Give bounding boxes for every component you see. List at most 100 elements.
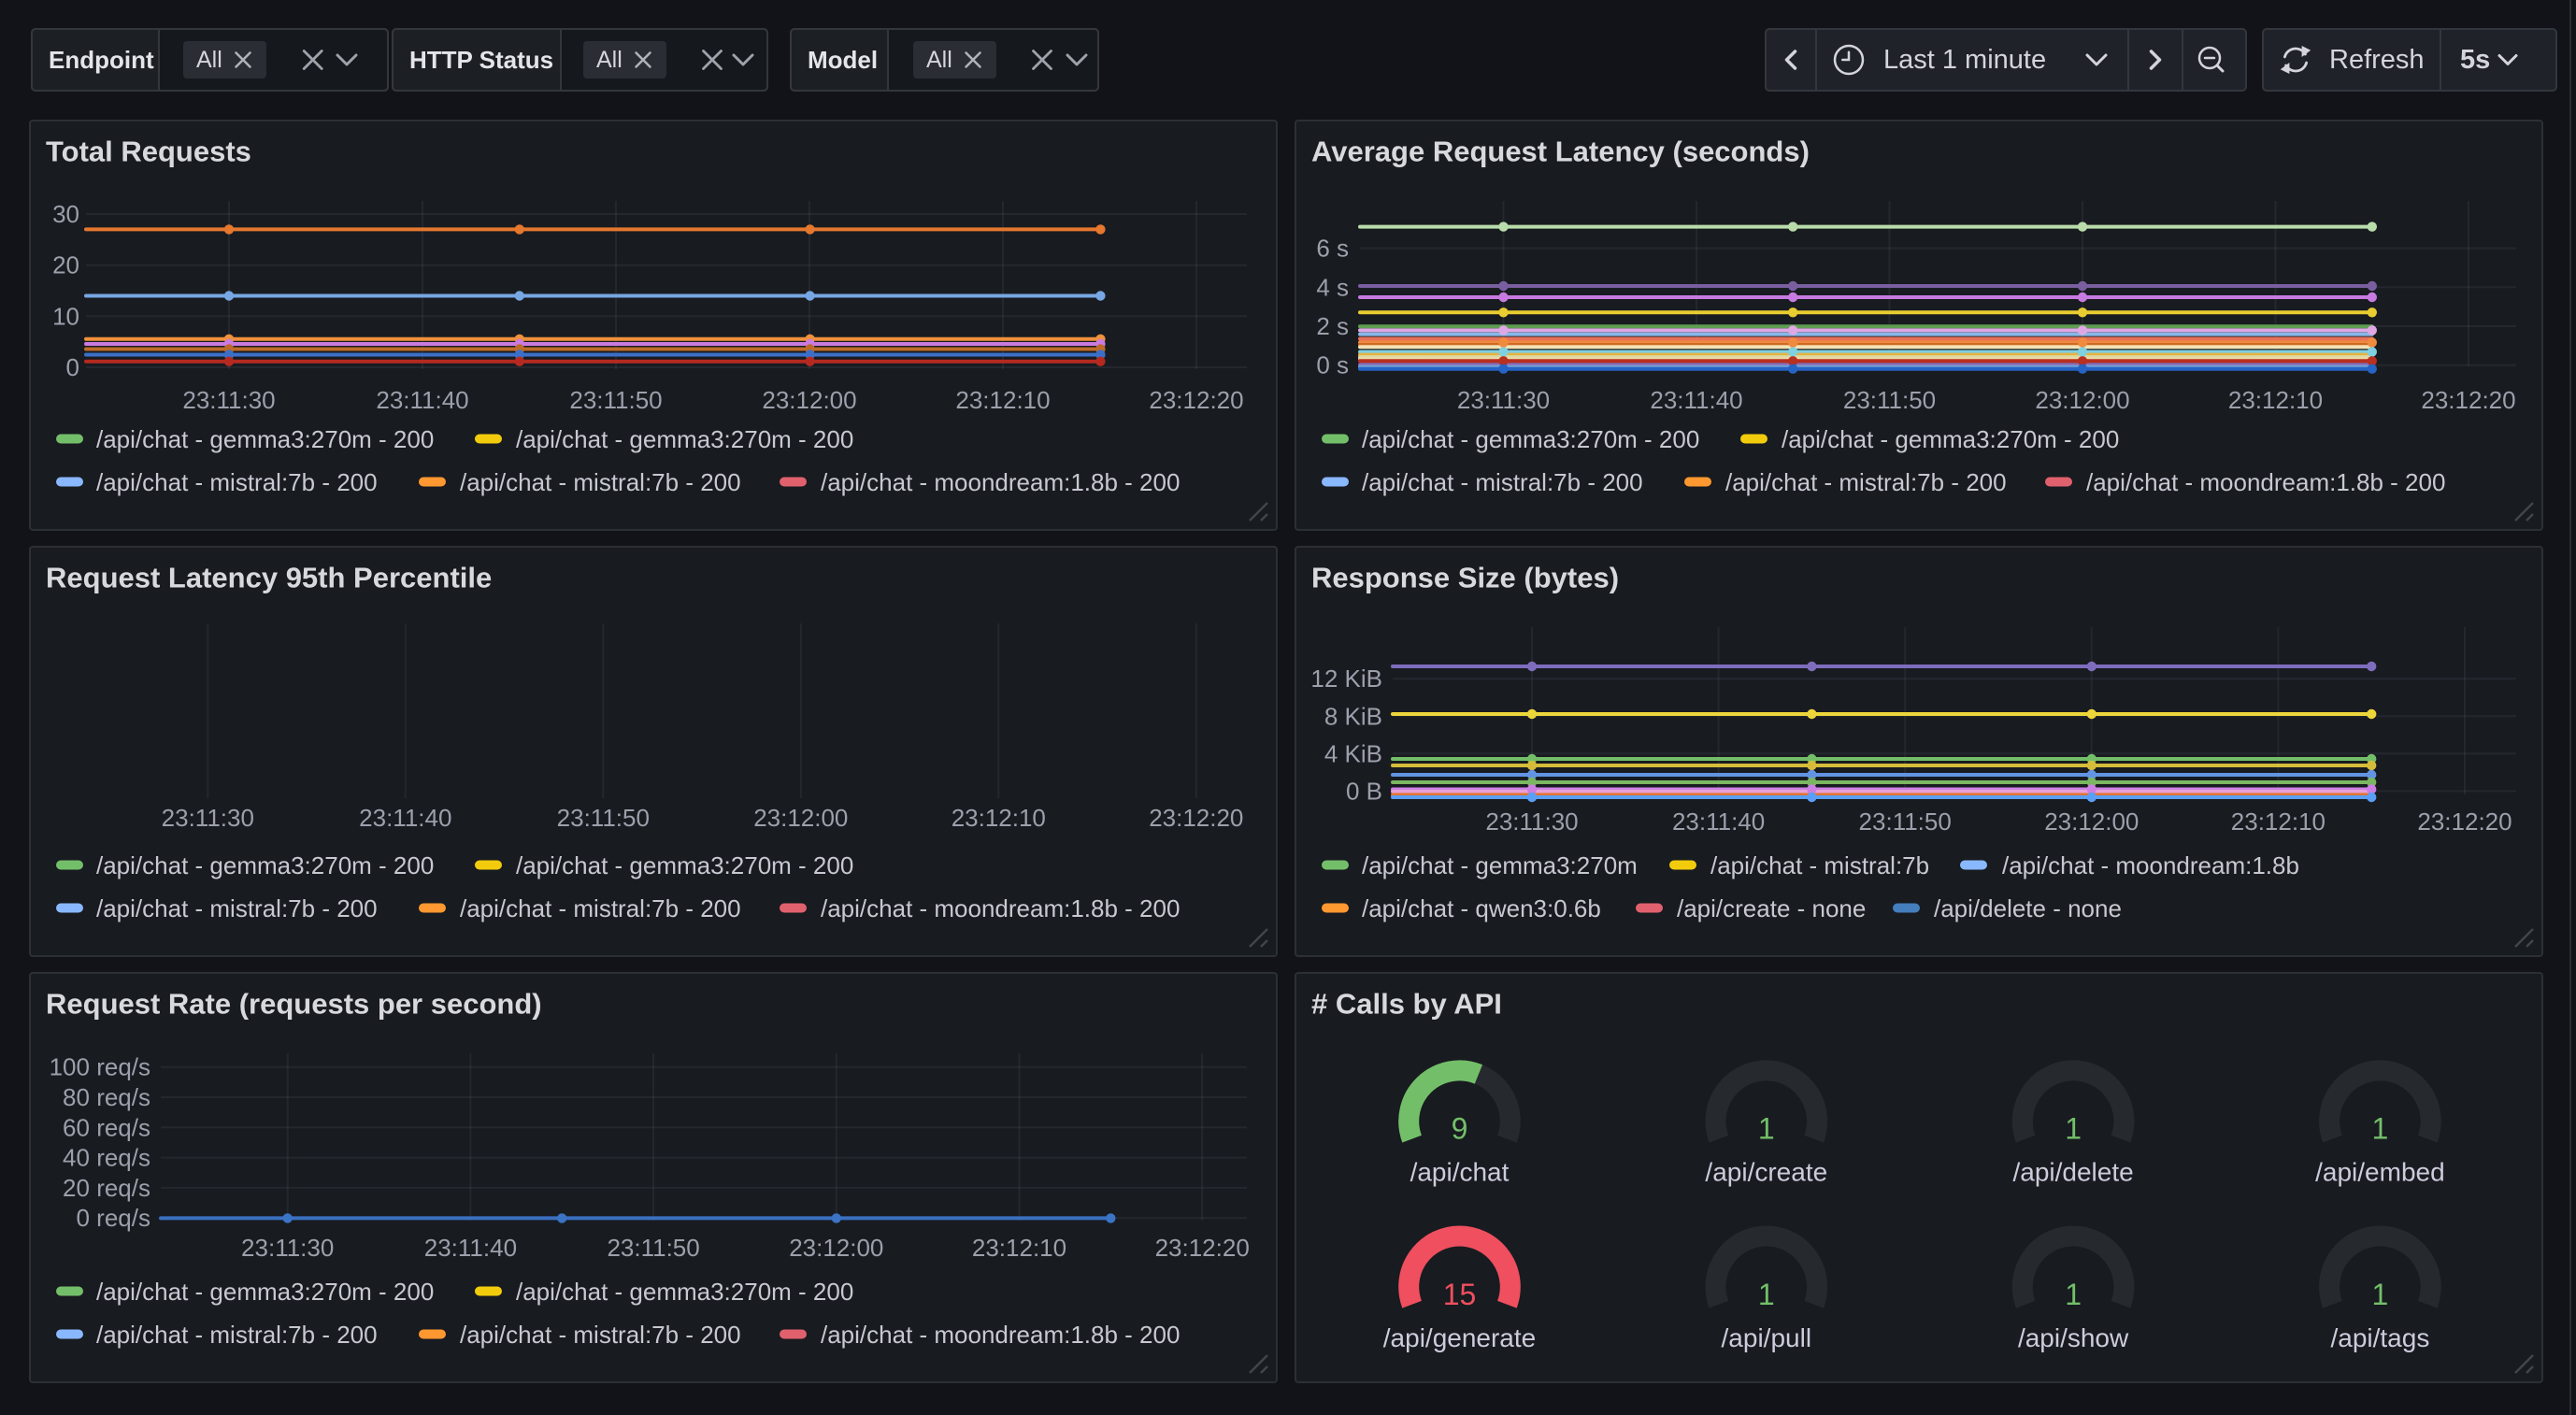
- svg-text:/api/chat - moondream:1.8b - 2: /api/chat - moondream:1.8b - 200: [821, 468, 1180, 496]
- svg-text:80 req/s: 80 req/s: [63, 1083, 150, 1111]
- svg-text:23:12:20: 23:12:20: [2417, 808, 2512, 836]
- svg-text:/api/pull: /api/pull: [1722, 1323, 1812, 1352]
- svg-text:Endpoint: Endpoint: [49, 46, 154, 74]
- svg-text:Request Rate (requests per sec: Request Rate (requests per second): [46, 988, 542, 1021]
- svg-text:23:12:00: 23:12:00: [2035, 386, 2129, 414]
- svg-text:23:12:20: 23:12:20: [1155, 1234, 1250, 1262]
- svg-text:/api/chat - mistral:7b - 200: /api/chat - mistral:7b - 200: [460, 468, 741, 496]
- svg-text:4 s: 4 s: [1316, 273, 1349, 301]
- svg-text:/api/chat - gemma3:270m - 200: /api/chat - gemma3:270m - 200: [96, 425, 434, 453]
- svg-text:Total Requests: Total Requests: [46, 136, 251, 168]
- svg-text:# Calls by API: # Calls by API: [1311, 988, 1502, 1021]
- svg-text:/api/chat - qwen3:0.6b: /api/chat - qwen3:0.6b: [1362, 894, 1601, 922]
- svg-text:/api/embed: /api/embed: [2315, 1158, 2445, 1187]
- svg-text:0: 0: [66, 353, 79, 381]
- svg-text:20 req/s: 20 req/s: [63, 1174, 150, 1202]
- svg-text:23:11:30: 23:11:30: [182, 386, 275, 414]
- svg-text:/api/chat - mistral:7b - 200: /api/chat - mistral:7b - 200: [96, 894, 378, 922]
- svg-text:23:12:00: 23:12:00: [762, 386, 856, 414]
- svg-text:0 B: 0 B: [1346, 777, 1382, 805]
- svg-text:/api/generate: /api/generate: [1383, 1323, 1536, 1352]
- svg-text:23:11:40: 23:11:40: [1650, 386, 1742, 414]
- svg-text:1: 1: [2372, 1278, 2389, 1311]
- svg-text:/api/chat - moondream:1.8b: /api/chat - moondream:1.8b: [2002, 851, 2299, 879]
- svg-text:/api/chat - mistral:7b - 200: /api/chat - mistral:7b - 200: [96, 1321, 378, 1349]
- svg-text:/api/delete: /api/delete: [2012, 1158, 2133, 1187]
- svg-text:/api/chat - moondream:1.8b - 2: /api/chat - moondream:1.8b - 200: [821, 894, 1180, 922]
- svg-text:/api/chat - mistral:7b: /api/chat - mistral:7b: [1710, 851, 1929, 879]
- svg-text:23:12:10: 23:12:10: [2228, 386, 2323, 414]
- svg-text:/api/chat - gemma3:270m - 200: /api/chat - gemma3:270m - 200: [516, 1278, 853, 1306]
- svg-text:23:12:00: 23:12:00: [753, 804, 848, 832]
- svg-text:8 KiB: 8 KiB: [1324, 702, 1382, 730]
- svg-text:Response Size (bytes): Response Size (bytes): [1311, 562, 1619, 594]
- svg-text:0 s: 0 s: [1316, 351, 1349, 379]
- svg-text:/api/create: /api/create: [1705, 1158, 1827, 1187]
- svg-text:Average Request Latency (secon: Average Request Latency (seconds): [1311, 136, 1810, 168]
- svg-text:1: 1: [2065, 1112, 2082, 1146]
- svg-text:23:12:00: 23:12:00: [2044, 808, 2139, 836]
- svg-text:60 req/s: 60 req/s: [63, 1113, 150, 1141]
- svg-text:23:11:50: 23:11:50: [557, 804, 650, 832]
- svg-text:/api/chat - moondream:1.8b - 2: /api/chat - moondream:1.8b - 200: [821, 1321, 1180, 1349]
- svg-text:23:11:30: 23:11:30: [1457, 386, 1550, 414]
- svg-text:/api/chat - gemma3:270m - 200: /api/chat - gemma3:270m - 200: [96, 851, 434, 879]
- svg-text:23:12:10: 23:12:10: [2231, 808, 2326, 836]
- svg-text:0 req/s: 0 req/s: [77, 1204, 151, 1232]
- svg-text:/api/chat - gemma3:270m - 200: /api/chat - gemma3:270m - 200: [516, 425, 853, 453]
- svg-text:/api/chat: /api/chat: [1410, 1158, 1510, 1187]
- svg-text:1: 1: [2372, 1112, 2389, 1146]
- svg-text:All: All: [926, 47, 952, 73]
- svg-text:/api/chat - mistral:7b - 200: /api/chat - mistral:7b - 200: [96, 468, 378, 496]
- svg-text:23:11:50: 23:11:50: [1859, 808, 1952, 836]
- svg-text:23:11:40: 23:11:40: [1672, 808, 1765, 836]
- svg-text:23:11:30: 23:11:30: [1485, 808, 1578, 836]
- svg-text:4 KiB: 4 KiB: [1324, 739, 1382, 767]
- svg-text:30: 30: [52, 200, 79, 228]
- svg-text:20: 20: [52, 251, 79, 279]
- svg-text:/api/chat - mistral:7b - 200: /api/chat - mistral:7b - 200: [460, 1321, 741, 1349]
- svg-text:Model: Model: [808, 46, 878, 74]
- svg-text:/api/delete - none: /api/delete - none: [1934, 894, 2122, 922]
- svg-text:/api/chat - gemma3:270m - 200: /api/chat - gemma3:270m - 200: [96, 1278, 434, 1306]
- svg-text:12 KiB: 12 KiB: [1310, 665, 1382, 693]
- svg-text:23:11:30: 23:11:30: [162, 804, 254, 832]
- svg-text:10: 10: [52, 302, 79, 330]
- svg-text:/api/chat - gemma3:270m - 200: /api/chat - gemma3:270m - 200: [1782, 425, 2119, 453]
- svg-text:/api/tags: /api/tags: [2330, 1323, 2429, 1352]
- svg-text:23:12:20: 23:12:20: [1149, 386, 1243, 414]
- svg-text:/api/chat - gemma3:270m: /api/chat - gemma3:270m: [1362, 851, 1638, 879]
- svg-text:/api/chat - mistral:7b - 200: /api/chat - mistral:7b - 200: [1725, 468, 2007, 496]
- svg-text:1: 1: [1758, 1278, 1775, 1311]
- svg-text:/api/chat - mistral:7b - 200: /api/chat - mistral:7b - 200: [460, 894, 741, 922]
- svg-text:/api/chat - mistral:7b - 200: /api/chat - mistral:7b - 200: [1362, 468, 1643, 496]
- svg-text:100 req/s: 100 req/s: [50, 1053, 150, 1081]
- svg-text:23:12:10: 23:12:10: [972, 1234, 1066, 1262]
- svg-text:/api/chat - gemma3:270m - 200: /api/chat - gemma3:270m - 200: [1362, 425, 1699, 453]
- svg-text:23:11:50: 23:11:50: [607, 1234, 699, 1262]
- svg-text:23:11:40: 23:11:40: [376, 386, 468, 414]
- svg-text:23:11:30: 23:11:30: [241, 1234, 334, 1262]
- svg-text:Refresh: Refresh: [2329, 45, 2425, 75]
- svg-text:23:12:20: 23:12:20: [2421, 386, 2515, 414]
- svg-text:23:11:50: 23:11:50: [1843, 386, 1936, 414]
- svg-text:15: 15: [1443, 1278, 1477, 1311]
- svg-text:23:11:50: 23:11:50: [569, 386, 662, 414]
- svg-text:Last 1 minute: Last 1 minute: [1883, 45, 2046, 75]
- svg-text:/api/chat - gemma3:270m - 200: /api/chat - gemma3:270m - 200: [516, 851, 853, 879]
- svg-text:Request Latency 95th Percentil: Request Latency 95th Percentile: [46, 562, 492, 594]
- svg-text:23:12:00: 23:12:00: [789, 1234, 883, 1262]
- svg-text:6 s: 6 s: [1316, 235, 1349, 263]
- svg-text:5s: 5s: [2460, 45, 2490, 75]
- svg-text:1: 1: [1758, 1112, 1775, 1146]
- svg-text:40 req/s: 40 req/s: [63, 1144, 150, 1172]
- svg-text:9: 9: [1452, 1112, 1468, 1146]
- svg-text:23:12:10: 23:12:10: [955, 386, 1050, 414]
- svg-text:23:12:10: 23:12:10: [952, 804, 1046, 832]
- svg-text:/api/show: /api/show: [2018, 1323, 2129, 1352]
- svg-text:2 s: 2 s: [1316, 312, 1349, 340]
- svg-text:HTTP Status: HTTP Status: [409, 46, 553, 74]
- svg-text:All: All: [596, 47, 623, 73]
- svg-text:23:11:40: 23:11:40: [359, 804, 451, 832]
- svg-text:23:12:20: 23:12:20: [1149, 804, 1243, 832]
